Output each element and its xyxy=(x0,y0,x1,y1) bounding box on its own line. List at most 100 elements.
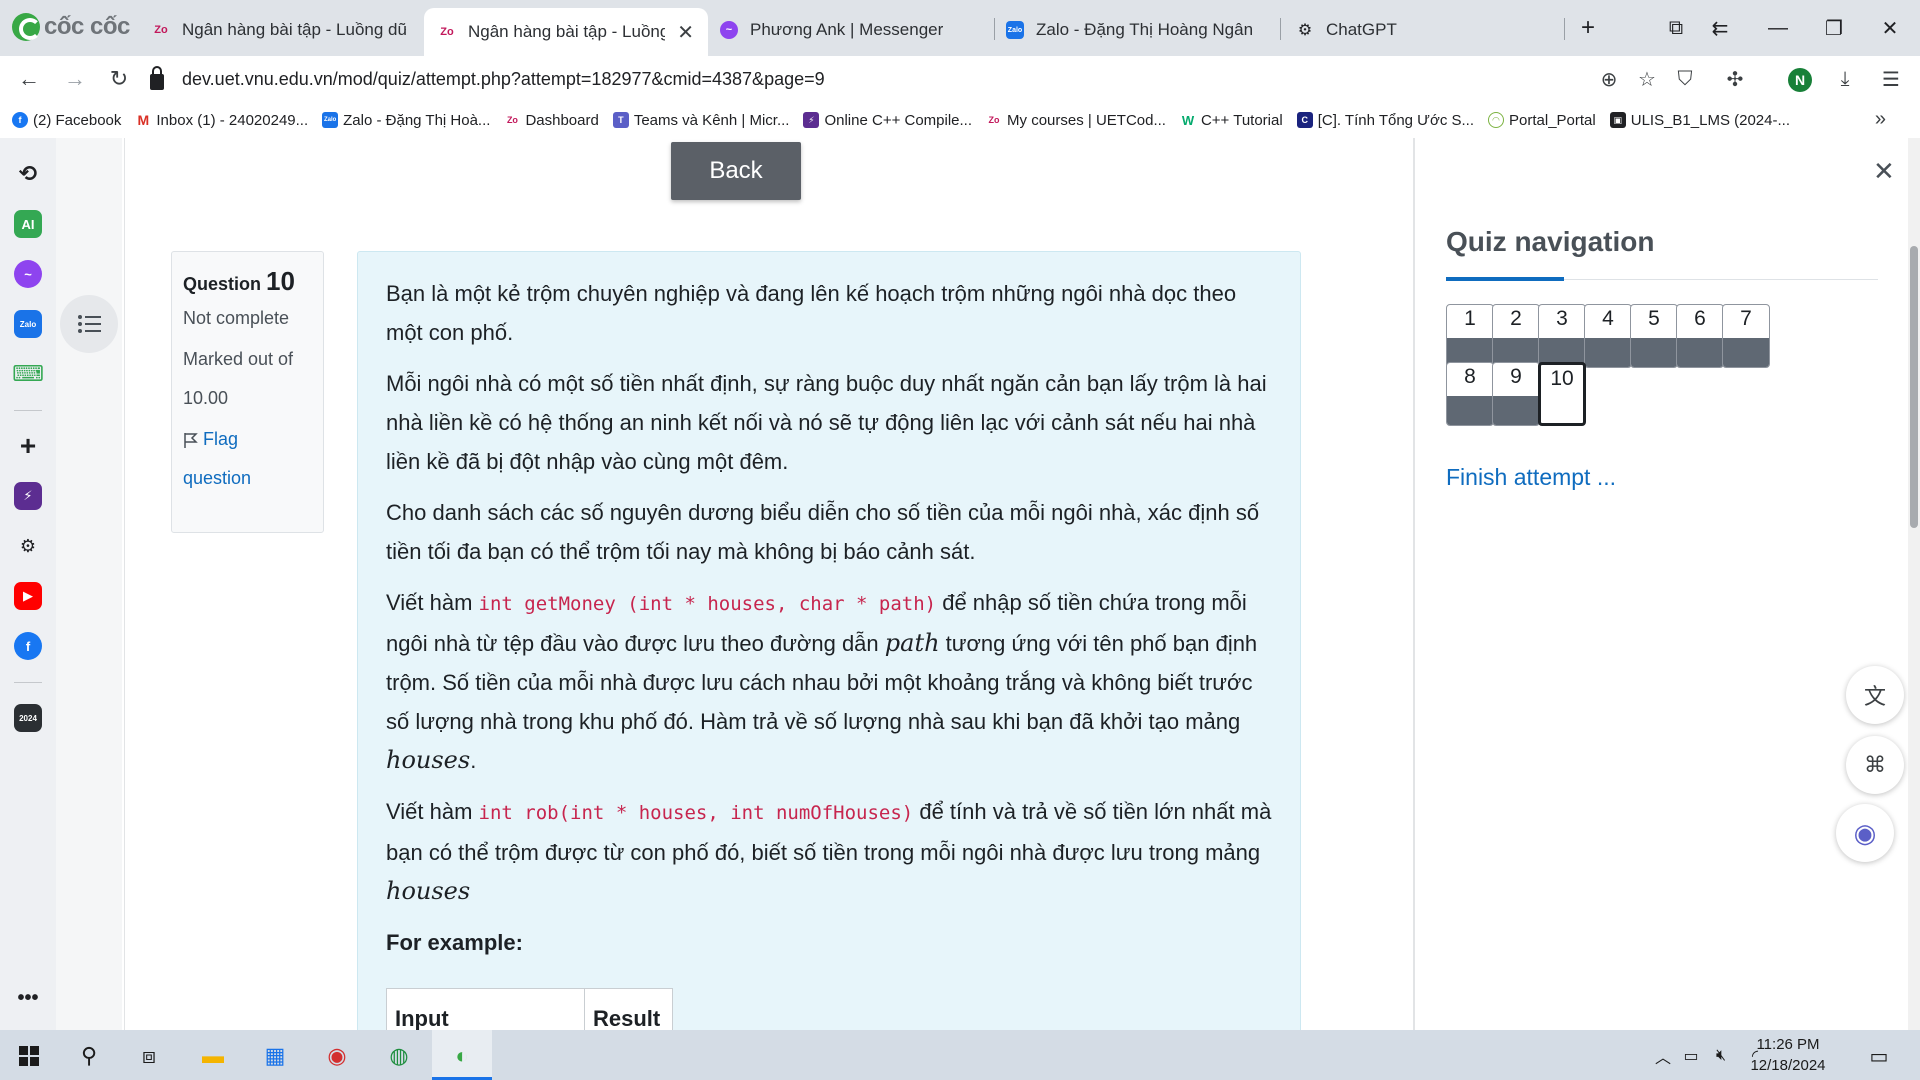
quiz-nav-button-state xyxy=(1631,338,1677,367)
restore-button[interactable]: ❐ xyxy=(1816,12,1852,44)
windows-logo-icon xyxy=(19,1046,39,1066)
game-controller-icon[interactable]: ⌨ xyxy=(12,360,44,388)
page-scrollbar[interactable] xyxy=(1908,138,1920,1030)
teams-icon: T xyxy=(612,112,629,128)
tab-separator xyxy=(1564,18,1565,40)
bookmarks-bar: f (2) Facebook M Inbox (1) - 24020249... Z… xyxy=(0,102,1920,138)
task-view-icon[interactable]: ⧈ xyxy=(132,1039,166,1073)
quiz-nav-button-number: 1 xyxy=(1464,307,1476,330)
add-sidebar-app-icon[interactable]: + xyxy=(14,430,42,461)
reload-icon[interactable]: ↻ xyxy=(102,62,136,96)
quiz-nav-button-state xyxy=(1677,338,1723,367)
more-bookmarks-icon[interactable]: » xyxy=(1875,108,1886,131)
sidebar-divider xyxy=(14,410,42,411)
finish-attempt-link[interactable]: Finish attempt ... xyxy=(1446,464,1616,491)
quiz-nav-button-3[interactable]: 3 xyxy=(1538,304,1586,368)
extensions-puzzle-icon[interactable]: ✣ xyxy=(1720,64,1750,94)
tab-quiz-bank-1[interactable]: Zo Ngân hàng bài tập - Luồng dữ li xyxy=(138,10,420,50)
bookmark-cpp-tutorial[interactable]: W C++ Tutorial xyxy=(1179,112,1283,129)
scrollbar-thumb[interactable] xyxy=(1910,246,1918,528)
bookmark-facebook[interactable]: f (2) Facebook xyxy=(12,112,121,129)
calendar-2024-icon[interactable]: 2024 xyxy=(14,704,42,732)
quiz-nav-button-9[interactable]: 9 xyxy=(1492,362,1540,426)
ai-assistant-icon[interactable]: AI xyxy=(14,210,42,238)
apps-grid-icon[interactable]: ⌘ xyxy=(1846,736,1904,794)
close-drawer-icon[interactable]: ✕ xyxy=(1873,156,1895,187)
sidebar-more-icon[interactable]: ••• xyxy=(14,984,42,1012)
list-icon xyxy=(78,315,101,333)
bookmark-tinh-tong[interactable]: C [C]. Tính Tổng Ước S... xyxy=(1296,112,1474,129)
history-icon[interactable]: ⟲ xyxy=(14,160,42,188)
question-paragraph-1: Bạn là một kẻ trộm chuyên nghiệp và đang… xyxy=(386,281,1237,345)
battery-icon[interactable]: ▭ xyxy=(1674,1039,1708,1073)
zoom-icon[interactable]: ⊕ xyxy=(1594,64,1624,94)
bookmark-teams[interactable]: T Teams và Kênh | Micr... xyxy=(612,112,789,129)
bookmark-dashboard[interactable]: Zo Dashboard xyxy=(504,112,599,129)
chatgpt-icon[interactable]: ⚙ xyxy=(14,532,42,560)
sidebar-divider xyxy=(14,682,42,683)
shield-icon[interactable]: ⛉ xyxy=(1670,64,1700,94)
bookmark-gmail[interactable]: M Inbox (1) - 24020249... xyxy=(135,112,308,129)
search-icon[interactable]: ⚲ xyxy=(72,1039,106,1073)
bookmark-online-compiler[interactable]: ⚡ Online C++ Compile... xyxy=(803,112,972,129)
store-icon[interactable]: ▦ xyxy=(258,1039,292,1073)
youtube-icon[interactable]: ▶ xyxy=(14,582,42,610)
back-button[interactable]: Back xyxy=(671,142,801,200)
quiz-nav-button-state xyxy=(1585,338,1631,367)
quiz-nav-button-1[interactable]: 1 xyxy=(1446,304,1494,368)
math-houses: houses xyxy=(386,877,471,905)
browser-menu-icon[interactable]: ☰ xyxy=(1876,64,1906,94)
back-history-icon[interactable]: ⇇ xyxy=(1702,12,1738,44)
bookmark-zalo[interactable]: Zalo Zalo - Đặng Thị Hoà... xyxy=(322,112,490,129)
messenger-icon[interactable]: ~ xyxy=(14,260,42,288)
new-tab-button[interactable]: + xyxy=(1570,12,1606,44)
search-tabs-icon[interactable]: ⧉ xyxy=(1658,12,1694,44)
minimize-button[interactable]: — xyxy=(1760,12,1796,44)
browser-brand: cốc cốc xyxy=(44,13,130,40)
file-explorer-icon[interactable]: ▬ xyxy=(196,1039,230,1073)
tab-quiz-bank-active[interactable]: Zo Ngân hàng bài tập - Luồng ✕ xyxy=(424,8,708,56)
translate-icon[interactable]: 文 xyxy=(1846,666,1904,724)
tab-messenger[interactable]: ~ Phương Ank | Messenger xyxy=(706,10,986,50)
tab-chatgpt[interactable]: ⚙ ChatGPT xyxy=(1282,10,1562,50)
quiz-nav-button-6[interactable]: 6 xyxy=(1676,304,1724,368)
url-text[interactable]: dev.uet.vnu.edu.vn/mod/quiz/attempt.php?… xyxy=(182,69,825,90)
quiz-nav-button-2[interactable]: 2 xyxy=(1492,304,1540,368)
zalo-favicon-icon: Zalo xyxy=(1006,21,1024,39)
assistant-bot-icon[interactable]: ◉ xyxy=(1836,804,1894,862)
course-index-toggle[interactable] xyxy=(60,295,118,353)
address-bar[interactable]: dev.uet.vnu.edu.vn/mod/quiz/attempt.php?… xyxy=(150,60,1600,98)
forward-arrow-icon[interactable]: → xyxy=(58,62,92,96)
chrome-icon[interactable]: ◍ xyxy=(382,1039,416,1073)
lock-icon[interactable] xyxy=(150,66,164,90)
moodle-favicon-icon: Zo xyxy=(440,26,454,38)
quiz-nav-button-10[interactable]: 10 xyxy=(1538,362,1586,426)
compiler-bolt-icon[interactable]: ⚡ xyxy=(14,482,42,510)
profile-avatar[interactable]: N xyxy=(1788,68,1812,92)
windows-start-icon[interactable] xyxy=(12,1039,46,1073)
bookmark-ulis[interactable]: ▣ ULIS_B1_LMS (2024-... xyxy=(1609,112,1790,129)
coccoc-menu-button[interactable]: cốc cốc xyxy=(12,12,130,42)
zalo-icon[interactable]: Zalo xyxy=(14,310,42,338)
quiz-nav-button-7[interactable]: 7 xyxy=(1722,304,1770,368)
close-tab-icon[interactable]: ✕ xyxy=(677,20,694,45)
coccoc-taskbar-icon[interactable]: ◐ xyxy=(445,1039,479,1073)
bookmark-uetcode[interactable]: Zo My courses | UETCod... xyxy=(986,112,1166,129)
back-arrow-icon[interactable]: ← xyxy=(12,62,46,96)
notifications-icon[interactable]: ▭ xyxy=(1862,1039,1896,1073)
download-icon[interactable]: ⤓ xyxy=(1830,64,1860,94)
tab-zalo[interactable]: Zalo Zalo - Đặng Thị Hoàng Ngân xyxy=(992,10,1280,50)
bookmark-star-icon[interactable]: ☆ xyxy=(1632,64,1662,94)
flag-question-link[interactable]: Flag question xyxy=(183,420,312,498)
clock-date: 12/18/2024 xyxy=(1750,1057,1826,1074)
quiz-nav-button-4[interactable]: 4 xyxy=(1584,304,1632,368)
quiz-nav-button-number: 7 xyxy=(1740,307,1752,330)
system-clock[interactable]: 11:26 PM 12/18/2024 xyxy=(1748,1034,1828,1076)
antivirus-icon[interactable]: ◉ xyxy=(320,1039,354,1073)
bookmark-portal[interactable]: ◠ Portal_Portal xyxy=(1488,112,1596,129)
quiz-nav-button-5[interactable]: 5 xyxy=(1630,304,1678,368)
close-window-button[interactable]: ✕ xyxy=(1872,12,1908,44)
quiz-nav-button-8[interactable]: 8 xyxy=(1446,362,1494,426)
facebook-icon[interactable]: f xyxy=(14,632,42,660)
mute-speaker-icon[interactable]: 🔇︎ xyxy=(1704,1039,1738,1073)
